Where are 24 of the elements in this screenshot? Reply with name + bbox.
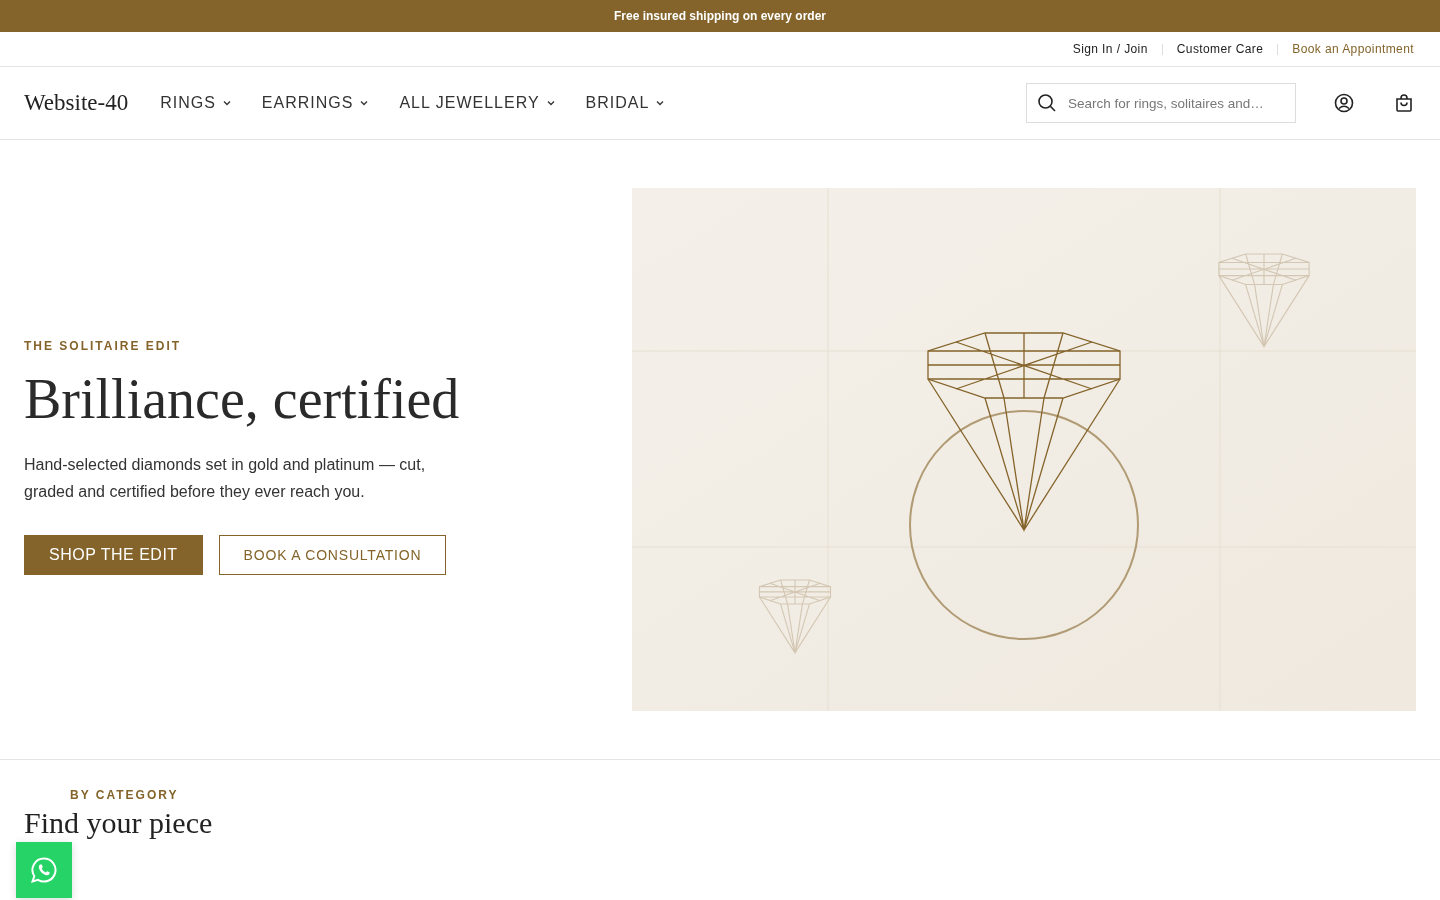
shopping-bag-icon[interactable] xyxy=(1394,93,1414,113)
section-title: Find your piece xyxy=(24,806,214,840)
utility-link[interactable]: Sign In / Join xyxy=(1072,42,1148,56)
section-eyebrow: BY CATEGORY xyxy=(69,788,180,802)
chevron-icon xyxy=(359,98,370,108)
search-field[interactable]: Search for rings, solitaires and… xyxy=(1026,83,1296,123)
chevron-icon xyxy=(545,98,556,108)
hero-title: Brilliance, certified xyxy=(24,366,461,431)
chat-phone-icon xyxy=(30,856,58,884)
shop-button[interactable]: SHOP THE EDIT xyxy=(24,534,203,575)
logo[interactable]: Website-40 xyxy=(24,90,129,116)
chevron-icon xyxy=(221,98,232,108)
nav-menu-item[interactable]: RINGS xyxy=(160,94,232,112)
hero-description: Hand-selected diamonds set in gold and platinum — cut, graded and certified before they ever reach you. xyxy=(24,454,427,502)
account-icon[interactable] xyxy=(1334,93,1354,113)
utility-link[interactable]: Book an Appointment xyxy=(1292,42,1414,56)
utility-link[interactable]: Customer Care xyxy=(1176,42,1264,56)
nav-menu-item[interactable]: ALL JEWELLERY xyxy=(399,94,556,112)
nav-menu-item[interactable]: BRIDAL xyxy=(585,94,666,112)
announcement-text: Free insured shipping on every order xyxy=(613,9,827,23)
chevron-icon xyxy=(655,98,666,108)
hero-eyebrow: THE SOLITAIRE EDIT xyxy=(24,338,183,353)
consultation-button[interactable]: BOOK A CONSULTATION xyxy=(218,534,447,575)
nav-menu-item[interactable]: EARRINGS xyxy=(261,94,370,112)
